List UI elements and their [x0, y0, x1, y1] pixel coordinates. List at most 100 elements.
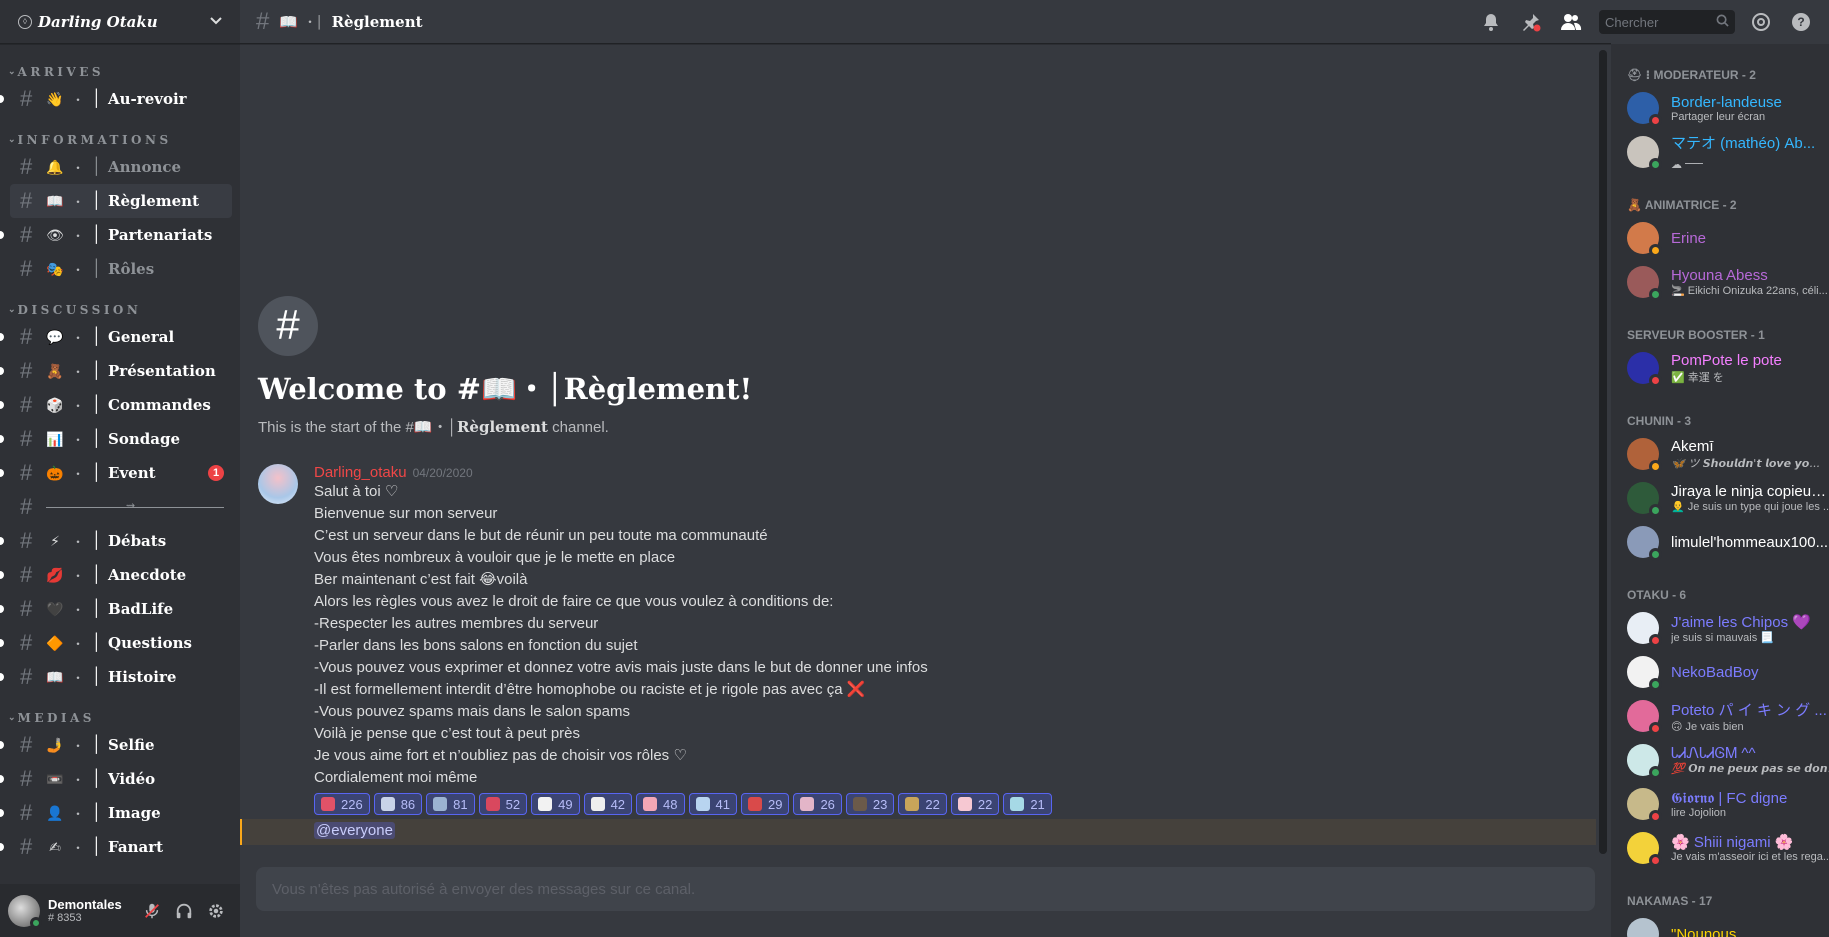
category-informations[interactable]: ⌄ INFORMATIONS [0, 130, 240, 150]
channel-commandes[interactable]: # 🎲 ・ │ Commandes [0, 388, 232, 422]
message-author[interactable]: Darling_otaku [314, 464, 407, 481]
member-item[interactable]: PomPote le pote ✅ 幸運 を [1627, 346, 1829, 390]
user-info[interactable]: Demontales # 8353 [48, 897, 136, 924]
channel-badlife[interactable]: # 🖤 ・ │ BadLife [0, 592, 232, 626]
avatar[interactable] [258, 464, 298, 504]
channel-partenariats[interactable]: # 👁 ・ │ Partenariats [0, 218, 232, 252]
member-item[interactable]: Poteto パ イ キ ン グ ... 🙃 Je vais bien [1627, 694, 1829, 738]
chevron-down-icon[interactable] [208, 12, 224, 31]
member-item[interactable]: 🌸 Shiii nigami 🌸 Je vais m'asseoir ici et… [1627, 826, 1829, 870]
headphones-icon[interactable] [168, 895, 200, 927]
channel-event[interactable]: # 🎃 ・ │ Event 1 [0, 456, 232, 490]
guild-header[interactable]: ◊ Darling Otaku [0, 0, 240, 44]
reaction-button[interactable]: 52 [478, 793, 528, 815]
member-name: マテオ (mathéo) Ab... [1671, 135, 1816, 152]
category-arrives[interactable]: ⌄ ARRIVES [0, 62, 240, 82]
member-item[interactable]: Hyouna Abess 🚬 Eikichi Onizuka 22ans, cél… [1627, 260, 1829, 304]
reaction-button[interactable]: 86 [373, 793, 423, 815]
status-indicator [1649, 460, 1662, 473]
channel-reglement[interactable]: # 📖 ・ │ Règlement [10, 184, 232, 218]
member-item[interactable]: 𝕲𝖎𝖔𝖗𝖓𝖔 | FC digne lire Jojolion [1627, 782, 1829, 826]
search-input[interactable]: Chercher [1599, 10, 1735, 34]
member-item[interactable]: Erine [1627, 216, 1829, 260]
member-info: PomPote le pote ✅ 幸運 を [1671, 352, 1829, 385]
channel-roles[interactable]: # 🎭 ・ │ Rôles [10, 252, 232, 286]
everyone-mention[interactable]: @everyone [314, 822, 395, 839]
hash-icon: # [20, 834, 33, 859]
channel-anecdote[interactable]: # 💋 ・ │ Anecdote [0, 558, 232, 592]
reaction-button[interactable]: 29 [740, 793, 790, 815]
avatar [1627, 92, 1662, 127]
channel-title: Règlement [331, 12, 423, 31]
message-input[interactable]: Vous n'êtes pas autorisé à envoyer des m… [256, 867, 1595, 911]
member-item[interactable]: ᏓᏗᏁᏓᏗᎶᎷ ^^ 💯 𝙊𝙣 𝙣𝙚 𝙥𝙚𝙪𝙭 𝙥𝙖𝙨 𝙨𝙚 𝙙𝙤𝙣... [1627, 738, 1829, 782]
channel-fanart[interactable]: # ✍ ・ │ Fanart [0, 830, 232, 864]
category-medias[interactable]: ⌄ MEDIAS [0, 708, 240, 728]
separator: ・ [72, 398, 85, 413]
channel-name: BadLife [108, 600, 174, 618]
mentions-icon[interactable] [1749, 10, 1773, 34]
channel-selfie[interactable]: # 🤳 ・ │ Selfie [0, 728, 232, 762]
reaction-button[interactable]: 26 [793, 793, 842, 815]
channel-divider[interactable]: # [10, 490, 232, 524]
reaction-button[interactable]: 23 [845, 793, 895, 815]
channel-questions[interactable]: # 🔶 ・ │ Questions [0, 626, 232, 660]
reaction-count: 86 [400, 796, 416, 812]
channel-emoji: 📖 [46, 668, 64, 685]
member-status: ☁ ᠆᠆᠆᠆ [1671, 159, 1703, 171]
members-icon[interactable] [1559, 10, 1583, 34]
status-indicator [1649, 766, 1662, 779]
channel-video[interactable]: # 📼 ・ │ Vidéo [0, 762, 232, 796]
member-name: 𝕲𝖎𝖔𝖗𝖓𝖔 | FC digne [1671, 789, 1788, 807]
reaction-button[interactable]: 226 [314, 793, 370, 815]
channel-image[interactable]: # 👤 ・ │ Image [0, 796, 232, 830]
reaction-button[interactable]: 42 [583, 793, 633, 815]
avatar [1627, 136, 1662, 171]
channel-presentation[interactable]: # 🧸 ・ │ Présentation [0, 354, 232, 388]
member-item[interactable]: Jiraya le ninja copieur ... 👨‍🦲 Je suis u… [1627, 476, 1829, 520]
reaction-count: 41 [715, 796, 730, 812]
scrollbar[interactable] [1599, 50, 1607, 854]
pin-icon[interactable] [1519, 10, 1543, 34]
bell-icon[interactable] [1479, 10, 1503, 34]
reaction-button[interactable]: 22 [950, 793, 1000, 815]
reaction-button[interactable]: 22 [898, 793, 947, 815]
separator: ・ [72, 262, 85, 277]
channel-annonce[interactable]: # 🔔 ・ │ Annonce [10, 150, 232, 184]
reaction-emoji-icon [852, 797, 867, 811]
member-status: 👨‍🦲 Je suis un type qui joue les ... [1671, 501, 1829, 513]
reaction-button[interactable]: 21 [1003, 793, 1052, 815]
category-discussion[interactable]: ⌄ DISCUSSION [0, 300, 240, 320]
hash-icon: # [20, 86, 33, 111]
member-item[interactable]: "Nounous [1627, 912, 1829, 937]
reaction-button[interactable]: 48 [636, 793, 685, 815]
channel-histoire[interactable]: # 📖 ・ │ Histoire [0, 660, 232, 694]
member-item[interactable]: Border-landeuse Partager leur écran [1627, 86, 1829, 130]
reaction-button[interactable]: 81 [426, 793, 475, 815]
reaction-button[interactable]: 49 [531, 793, 580, 815]
message-content: Salut à toi ♡ Bienvenue sur mon serveur C’… [314, 481, 1578, 789]
avatar [1627, 526, 1662, 561]
welcome-title: Welcome to #📖・│Règlement! [258, 372, 753, 406]
member-item[interactable]: Akemī 🦋 ツ 𝙎𝙝𝙤𝙪𝙡𝙙𝙣'𝙩 𝙡𝙤𝙫𝙚 𝙮𝙤... [1627, 432, 1829, 476]
scrollbar-thumb[interactable] [1599, 50, 1607, 854]
channel-sondage[interactable]: # 📊 ・ │ Sondage [0, 422, 232, 456]
gear-icon[interactable] [200, 895, 232, 927]
separator: ・ [72, 738, 85, 753]
status-indicator [1649, 288, 1662, 301]
channel-general[interactable]: # 💬 ・ │ General [0, 320, 232, 354]
channel-emoji: 🎃 [46, 464, 64, 481]
message-line: Salut à toi ♡ [314, 483, 399, 500]
channel-au-revoir[interactable]: # 👋 ・ │ Au-revoir [0, 82, 232, 116]
avatar[interactable] [8, 894, 42, 929]
reaction-count: 29 [767, 796, 783, 812]
reaction-button[interactable]: 41 [688, 793, 737, 815]
member-item[interactable]: NekoBadBoy [1627, 650, 1829, 694]
help-icon[interactable]: ? [1789, 10, 1813, 34]
channel-debats[interactable]: # ⚡ ・ │ Débats [0, 524, 232, 558]
mute-mic-icon[interactable] [136, 895, 168, 927]
member-item[interactable]: limulel'hommeaux100... [1627, 520, 1829, 564]
member-item[interactable]: マテオ (mathéo) Ab... ☁ ᠆᠆᠆᠆ [1627, 130, 1829, 174]
channel-name: Annonce [108, 158, 182, 176]
member-item[interactable]: J'aime les Chipos 💜 je suis si mauvais 📃 [1627, 606, 1829, 650]
